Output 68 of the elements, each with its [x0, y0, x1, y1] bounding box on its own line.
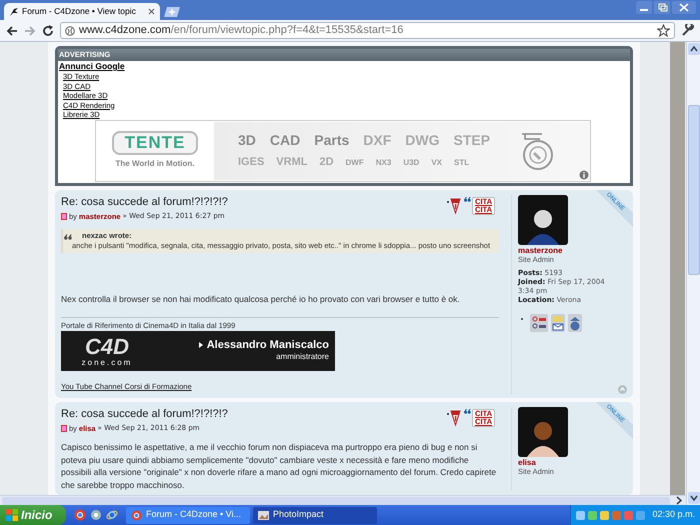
post-icon: [61, 212, 67, 220]
banner-logo: C4D: [84, 336, 129, 358]
quote-marks-icon: [464, 408, 472, 414]
report-icon[interactable]: [447, 196, 462, 214]
clock: 02:30 p.m.: [652, 508, 695, 522]
banner-role: amministratore: [276, 351, 329, 364]
format-label: STL: [454, 157, 470, 170]
taskbar-button[interactable]: Forum - C4Dzone • Vi...: [126, 506, 250, 524]
tente-tagline: The World in Motion.: [116, 158, 194, 170]
star-icon[interactable]: [657, 24, 670, 37]
format-label: VX: [431, 157, 442, 170]
scroll-right-icon[interactable]: [674, 496, 684, 505]
format-label: DWG: [405, 131, 440, 150]
post-icon: [61, 424, 67, 432]
format-label: NX3: [376, 157, 392, 170]
wrench-icon[interactable]: [681, 24, 694, 37]
format-label: 3D: [238, 131, 256, 150]
format-label: U3D: [403, 157, 420, 170]
picture-icon: [258, 510, 269, 520]
tente-banner[interactable]: TENTE The World in Motion. 3D CAD Parts DXF DWG STEP IGES VRML 2D DWF NX3 U3D VX STL: [95, 120, 591, 182]
reload-icon[interactable]: [42, 24, 54, 36]
new-tab-icon[interactable]: [163, 6, 181, 18]
format-label: IGES: [238, 155, 264, 170]
scroll-up-icon[interactable]: [688, 43, 700, 55]
signature-banner[interactable]: C4D zone.com Alessandro Maniscalco amministratore: [61, 331, 335, 372]
close-icon[interactable]: [148, 8, 155, 15]
post-title[interactable]: Re: cosa succede al forum!?!?!?!?: [61, 406, 448, 421]
format-label: CAD: [270, 131, 300, 150]
ad-heading-link[interactable]: Annunci Google: [59, 61, 125, 72]
banner-domain: zone.com: [82, 358, 132, 367]
post-text: Nex controlla il browser se non hai modificato qualcosa perché io ho provato con vari browser e tutto è ok.: [61, 292, 461, 306]
post-title[interactable]: Re: cosa succede al forum!?!?!?!?: [61, 194, 448, 208]
format-label: VRML: [276, 155, 308, 170]
windows-logo-icon: [6, 509, 18, 521]
taskbar-button[interactable]: PhotoImpact: [253, 506, 377, 524]
profile-name[interactable]: masterzone: [518, 246, 562, 254]
caster-wheel-icon: [520, 130, 554, 170]
play-arrow-icon: [198, 342, 203, 348]
tente-logo: TENTE: [112, 131, 198, 155]
banner-name: Alessandro Maniscalco: [206, 338, 329, 352]
scrollbar-thumb[interactable]: [688, 105, 700, 275]
report-icon[interactable]: [447, 408, 462, 427]
quote-marks-icon: [464, 196, 472, 202]
address-bar[interactable]: www.c4dzone.com/en/forum/viewtopic.php?f=4&t=15535&start=16: [60, 22, 675, 39]
info-icon[interactable]: [579, 170, 589, 180]
bird-logo-icon: [9, 6, 19, 16]
quote-mark-icon: [64, 234, 72, 240]
browser-icon: [131, 510, 142, 520]
private-message-icon[interactable]: [530, 314, 548, 332]
restore-icon[interactable]: [654, 1, 670, 14]
browser-icon[interactable]: [74, 509, 86, 521]
website-globe-icon[interactable]: [568, 314, 582, 332]
globe-icon: [65, 26, 75, 36]
format-label: DWF: [346, 157, 364, 170]
back-arrow-icon[interactable]: [6, 24, 18, 36]
start-button[interactable]: Inicio: [0, 505, 66, 525]
format-label: 2D: [319, 155, 334, 170]
close-icon[interactable]: [672, 1, 696, 14]
format-label: STEP: [454, 131, 490, 150]
post-text: Capisco benissimo le aspettative, a me il vecchio forum non dispiaceva ma purtroppo era pieno di bug e non si poteva piu usare quindi abbiamo semplicemente "dovuto" cambiare veste x necessità e fare meno modifiche possibili alla versione "originale" x non doverle rifare a mano ad ogni microaggiornamento del forum. Credo capirete che sarebbe troppo macchinoso.: [61, 441, 498, 491]
format-label: Parts: [314, 131, 350, 150]
minimize-icon[interactable]: [636, 1, 652, 14]
scrollbar-thumb[interactable]: [2, 496, 670, 504]
browser-tab[interactable]: Forum - C4Dzone • View topic: [4, 3, 160, 20]
email-icon[interactable]: [551, 314, 565, 332]
format-label: DXF: [363, 131, 392, 150]
scroll-down-icon[interactable]: [688, 492, 700, 504]
profile-name[interactable]: elisa: [518, 458, 536, 467]
